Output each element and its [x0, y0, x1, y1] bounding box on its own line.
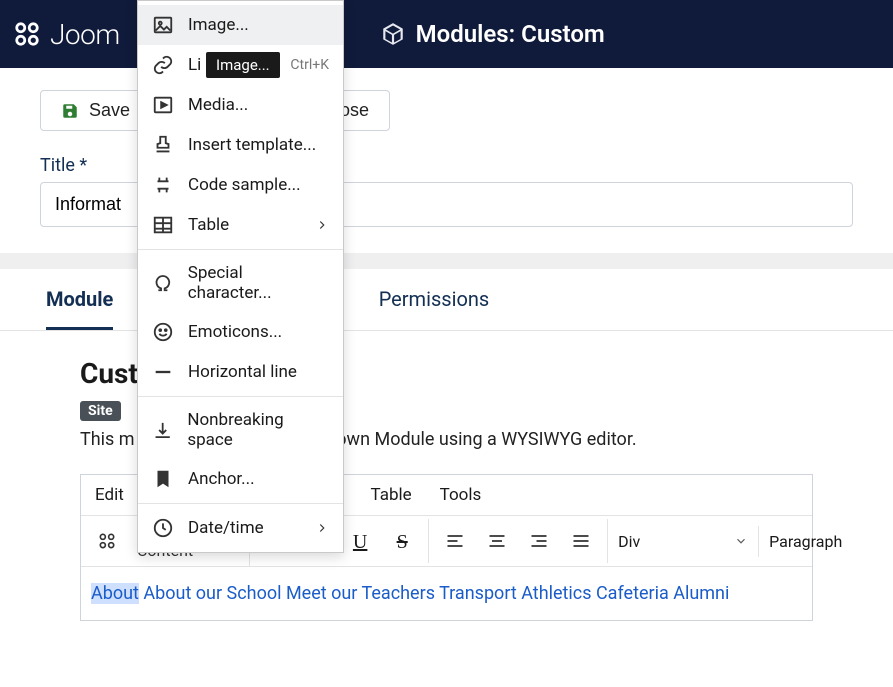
- anchor-icon: [152, 468, 174, 490]
- underline-button[interactable]: U: [342, 525, 378, 557]
- paragraph-select[interactable]: Paragraph: [758, 526, 893, 557]
- page-title-text: Modules: Custom: [416, 20, 605, 48]
- desc-prefix: This m: [80, 429, 135, 450]
- insert-hr-item[interactable]: Horizontal line: [138, 352, 343, 392]
- clock-icon: [152, 517, 174, 539]
- insert-special-char-item[interactable]: Special character...: [138, 254, 343, 312]
- link-icon: [152, 54, 174, 76]
- table-icon: [152, 214, 174, 236]
- insert-datetime-label: Date/time: [188, 518, 264, 538]
- save-button-label: Save: [89, 100, 130, 121]
- tooltip: Image...: [206, 52, 280, 78]
- insert-link-item[interactable]: Li Image... Ctrl+K: [138, 45, 343, 85]
- insert-table-label: Table: [188, 215, 229, 235]
- dropdown-separator: [138, 396, 343, 397]
- insert-image-item[interactable]: Image...: [138, 5, 343, 45]
- insert-image-label: Image...: [188, 15, 249, 35]
- insert-code-label: Code sample...: [188, 175, 301, 195]
- hr-icon: [152, 361, 174, 383]
- chevron-right-icon: [315, 521, 329, 535]
- insert-emoticon-label: Emoticons...: [188, 322, 282, 342]
- insert-datetime-item[interactable]: Date/time: [138, 508, 343, 548]
- dropdown-separator: [138, 249, 343, 250]
- nbsp-icon: [152, 419, 173, 441]
- divider-bar: [0, 253, 893, 269]
- body-text: About our School Meet our Teachers Trans…: [139, 583, 729, 604]
- insert-template-item[interactable]: Insert template...: [138, 125, 343, 165]
- block-format-value: Div: [618, 532, 640, 551]
- module-content: Cust Site This m........................…: [0, 331, 893, 621]
- insert-nbsp-item[interactable]: Nonbreaking space: [138, 401, 343, 459]
- media-icon: [152, 94, 174, 116]
- tab-permissions[interactable]: Permissions: [379, 287, 490, 330]
- image-icon: [152, 14, 174, 36]
- editor-menu-table[interactable]: Table: [357, 475, 426, 515]
- insert-code-item[interactable]: Code sample...: [138, 165, 343, 205]
- strike-button[interactable]: S: [384, 525, 420, 557]
- joomla-icon: [12, 19, 42, 49]
- brand-logo: Joom: [12, 18, 120, 51]
- tab-bar: Module Options Advanced Permissions: [0, 269, 893, 331]
- insert-hr-label: Horizontal line: [188, 362, 297, 382]
- cube-icon: [380, 21, 406, 47]
- insert-anchor-item[interactable]: Anchor...: [138, 459, 343, 499]
- chevron-right-icon: [315, 218, 329, 232]
- save-icon: [61, 102, 79, 120]
- editor-body[interactable]: About About our School Meet our Teachers…: [81, 567, 812, 620]
- insert-template-label: Insert template...: [188, 135, 316, 155]
- align-center-button[interactable]: [479, 525, 515, 557]
- save-button[interactable]: Save: [40, 90, 151, 131]
- align-justify-button[interactable]: [563, 525, 599, 557]
- link-shortcut: Ctrl+K: [290, 57, 329, 73]
- align-group: [429, 519, 608, 563]
- insert-table-item[interactable]: Table: [138, 205, 343, 245]
- insert-dropdown: Image... Li Image... Ctrl+K Media... Ins…: [137, 0, 344, 553]
- dropdown-separator: [138, 503, 343, 504]
- omega-icon: [152, 272, 174, 294]
- joomla-tool-icon[interactable]: [89, 525, 125, 557]
- insert-media-label: Media...: [188, 95, 248, 115]
- block-format-select[interactable]: Div: [608, 526, 758, 557]
- title-field-row: Title *: [0, 155, 893, 253]
- chevron-down-icon: [734, 534, 748, 548]
- insert-nbsp-label: Nonbreaking space: [187, 410, 329, 450]
- align-left-button[interactable]: [437, 525, 473, 557]
- editor-menu-edit[interactable]: Edit: [81, 475, 138, 515]
- align-right-button[interactable]: [521, 525, 557, 557]
- paragraph-value: Paragraph: [769, 532, 842, 551]
- topbar: Joom Modules: Custom: [0, 0, 893, 68]
- insert-media-item[interactable]: Media...: [138, 85, 343, 125]
- editor-menu-tools[interactable]: Tools: [426, 475, 496, 515]
- insert-emoticon-item[interactable]: Emoticons...: [138, 312, 343, 352]
- insert-special-char-label: Special character...: [188, 263, 329, 303]
- stamp-icon: [152, 134, 174, 156]
- insert-link-label: Li: [188, 55, 201, 75]
- tab-module[interactable]: Module: [46, 287, 113, 330]
- selected-text: About: [91, 583, 139, 604]
- insert-anchor-label: Anchor...: [188, 469, 255, 489]
- page-title: Modules: Custom: [380, 20, 605, 48]
- code-icon: [152, 174, 174, 196]
- brand-text: Joom: [50, 18, 120, 51]
- smile-icon: [152, 321, 174, 343]
- site-pill: Site: [80, 401, 121, 421]
- action-toolbar: Save e Close: [0, 68, 893, 155]
